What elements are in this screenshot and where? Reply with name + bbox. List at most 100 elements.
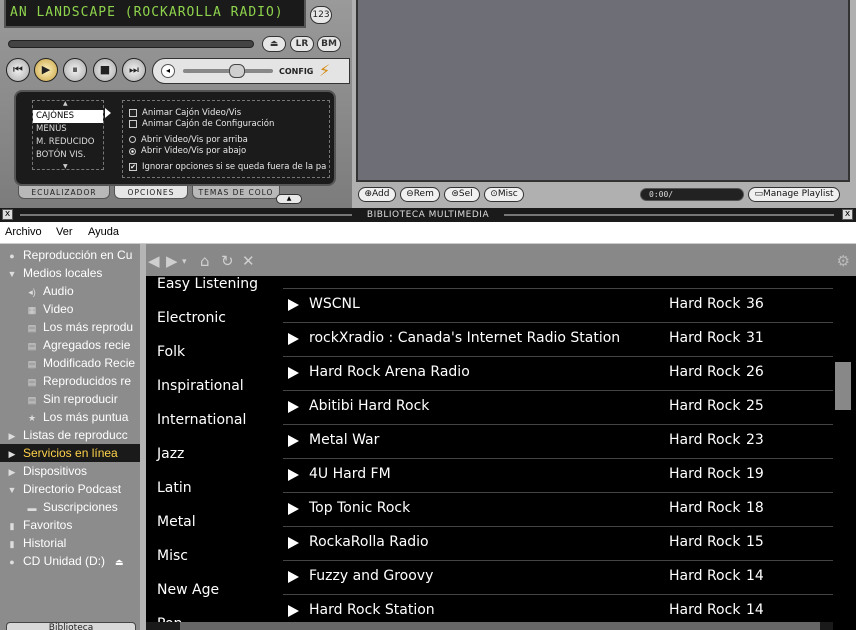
tree-item[interactable]: ★ Los más puntua — [0, 408, 140, 426]
tree-item[interactable]: ◂) Audio — [0, 282, 140, 300]
tree-item[interactable]: ▤ Modificado Recie — [0, 354, 140, 372]
volume-slider-thumb[interactable] — [229, 64, 245, 78]
checkbox[interactable] — [129, 108, 137, 117]
tree-item[interactable]: ▼ Medios locales — [0, 264, 140, 282]
tree-item[interactable]: ● CD Unidad (D:) ⏏ — [0, 552, 140, 570]
tab-options[interactable]: OPCIONES — [114, 186, 188, 199]
tree-item[interactable]: ▤ Sin reproducir — [0, 390, 140, 408]
vertical-scrollbar[interactable] — [833, 276, 856, 630]
misc-button[interactable]: ⊙Misc — [484, 187, 524, 202]
playlist-view[interactable] — [356, 0, 850, 182]
back-icon[interactable]: ◀ — [148, 252, 160, 270]
station-row[interactable]: RockaRolla Radio Hard Rock 15 — [283, 527, 833, 561]
tree-item[interactable]: ● Reproducción en Cu — [0, 246, 140, 264]
refresh-icon[interactable]: ↻ — [221, 252, 234, 270]
tree-item[interactable]: ▼ Directorio Podcast — [0, 480, 140, 498]
tree-item[interactable]: ▶ Listas de reproducc — [0, 426, 140, 444]
track-number-badge[interactable]: 123 — [310, 6, 332, 24]
option-open-top[interactable]: Abrir Video/Vis por arriba — [129, 134, 329, 146]
seek-bar[interactable] — [8, 40, 254, 48]
eject-icon[interactable]: ⏏ — [115, 557, 124, 567]
station-row[interactable]: Hard Rock Arena Radio Hard Rock 26 — [283, 357, 833, 391]
genre-item[interactable]: Misc — [157, 548, 188, 564]
add-button[interactable]: ⊕Add — [358, 187, 396, 202]
play-icon[interactable] — [288, 401, 299, 413]
station-row[interactable]: Metal War Hard Rock 23 — [283, 425, 833, 459]
tree-item[interactable]: ▤ Los más reprodu — [0, 318, 140, 336]
station-row[interactable]: WSCNL Hard Rock 36 — [283, 289, 833, 323]
options-category-drawers[interactable]: CAJÓNES — [33, 110, 103, 123]
select-button[interactable]: ⊜Sel — [444, 187, 480, 202]
genre-item[interactable]: Metal — [157, 514, 196, 530]
config-label[interactable]: CONFIG — [279, 67, 313, 76]
remove-button[interactable]: ⊖Rem — [400, 187, 440, 202]
checkbox[interactable] — [129, 120, 137, 129]
station-row[interactable]: Abitibi Hard Rock Hard Rock 25 — [283, 391, 833, 425]
speaker-icon[interactable]: ◂ — [161, 64, 175, 78]
manage-playlist-button[interactable]: ▭Manage Playlist — [748, 187, 840, 202]
previous-button[interactable]: ⏮ — [6, 58, 30, 82]
genre-item[interactable]: Folk — [157, 344, 185, 360]
menu-ayuda[interactable]: Ayuda — [88, 226, 119, 238]
genre-item[interactable]: Electronic — [157, 310, 226, 326]
genre-item[interactable]: Easy Listening — [157, 276, 258, 292]
bm-button[interactable]: BM — [317, 36, 341, 52]
history-dropdown-icon[interactable]: ▾ — [182, 257, 187, 267]
lr-button[interactable]: LR — [290, 36, 314, 52]
radio-button[interactable] — [129, 136, 136, 144]
play-icon[interactable] — [288, 537, 299, 549]
option-open-bottom[interactable]: Abrir Video/Vis por abajo — [129, 146, 329, 158]
play-icon[interactable] — [288, 333, 299, 345]
tree-item[interactable]: ▮ Favoritos — [0, 516, 140, 534]
lightning-icon[interactable]: ⚡ — [319, 61, 330, 80]
play-icon[interactable] — [288, 469, 299, 481]
pause-button[interactable]: ⏸ — [63, 58, 87, 82]
drawer-toggle-button[interactable]: ▲ — [276, 194, 302, 204]
option-anim-video[interactable]: Animar Cajón Video/Vis — [129, 107, 329, 119]
options-category-vis-button[interactable]: BOTÓN VIS. — [33, 149, 103, 162]
menu-archivo[interactable]: Archivo — [5, 226, 42, 238]
play-icon[interactable] — [288, 299, 299, 311]
tree-item[interactable]: ▶ Servicios en línea — [0, 444, 140, 462]
horizontal-scrollbar[interactable] — [146, 622, 833, 630]
tab-equalizer[interactable]: ECUALIZADOR — [18, 186, 110, 199]
station-row[interactable]: 4U Hard FM Hard Rock 19 — [283, 459, 833, 493]
song-title-display[interactable]: AN LANDSCAPE (ROCKAROLLA RADIO) — [4, 0, 306, 28]
next-button[interactable]: ⏭ — [122, 58, 146, 82]
arrow-down-icon[interactable]: ▼ — [63, 163, 68, 170]
checkbox-checked[interactable]: ✔ — [129, 162, 137, 171]
library-titlebar[interactable]: x BIBLIOTECA MULTIMEDIA x — [0, 208, 856, 222]
genre-item[interactable]: Jazz — [157, 446, 184, 462]
tree-item[interactable]: ▮ Historial — [0, 534, 140, 552]
radio-button[interactable] — [129, 147, 136, 155]
play-icon[interactable] — [288, 571, 299, 583]
tree-item[interactable]: ▤ Reproducidos re — [0, 372, 140, 390]
play-icon[interactable] — [288, 605, 299, 617]
home-icon[interactable]: ⌂ — [200, 252, 210, 270]
station-row[interactable]: rockXradio : Canada's Internet Radio Sta… — [283, 323, 833, 357]
volume-slider[interactable] — [183, 69, 273, 73]
options-category-reduced[interactable]: M. REDUCIDO — [33, 136, 103, 149]
close-icon[interactable]: x — [842, 209, 853, 220]
play-icon[interactable] — [288, 367, 299, 379]
stop-button[interactable]: ■ — [93, 58, 117, 82]
tree-item[interactable]: ▬ Suscripciones — [0, 498, 140, 516]
library-tab[interactable]: Biblioteca — [6, 622, 136, 630]
stop-icon[interactable]: ✕ — [242, 252, 255, 270]
tab-themes[interactable]: TEMAS DE COLO — [192, 186, 280, 199]
tree-item[interactable]: ▦ Video — [0, 300, 140, 318]
genre-item[interactable]: International — [157, 412, 246, 428]
arrow-up-icon[interactable]: ▲ — [63, 100, 68, 107]
option-ignore[interactable]: ✔ Ignorar opciones si se queda fuera de l… — [129, 161, 329, 173]
play-icon[interactable] — [288, 503, 299, 515]
genre-item[interactable]: New Age — [157, 582, 219, 598]
forward-icon[interactable]: ▶ — [166, 252, 178, 270]
tree-item[interactable]: ▶ Dispositivos — [0, 462, 140, 480]
station-row[interactable]: Fuzzy and Groovy Hard Rock 14 — [283, 561, 833, 595]
station-row[interactable]: Top Tonic Rock Hard Rock 18 — [283, 493, 833, 527]
play-button[interactable]: ▶ — [34, 58, 58, 82]
shade-button[interactable]: ⏏ — [262, 36, 286, 52]
genre-item[interactable]: Inspirational — [157, 378, 244, 394]
tree-item[interactable]: ▤ Agregados recie — [0, 336, 140, 354]
scrollbar-thumb[interactable] — [835, 362, 851, 410]
